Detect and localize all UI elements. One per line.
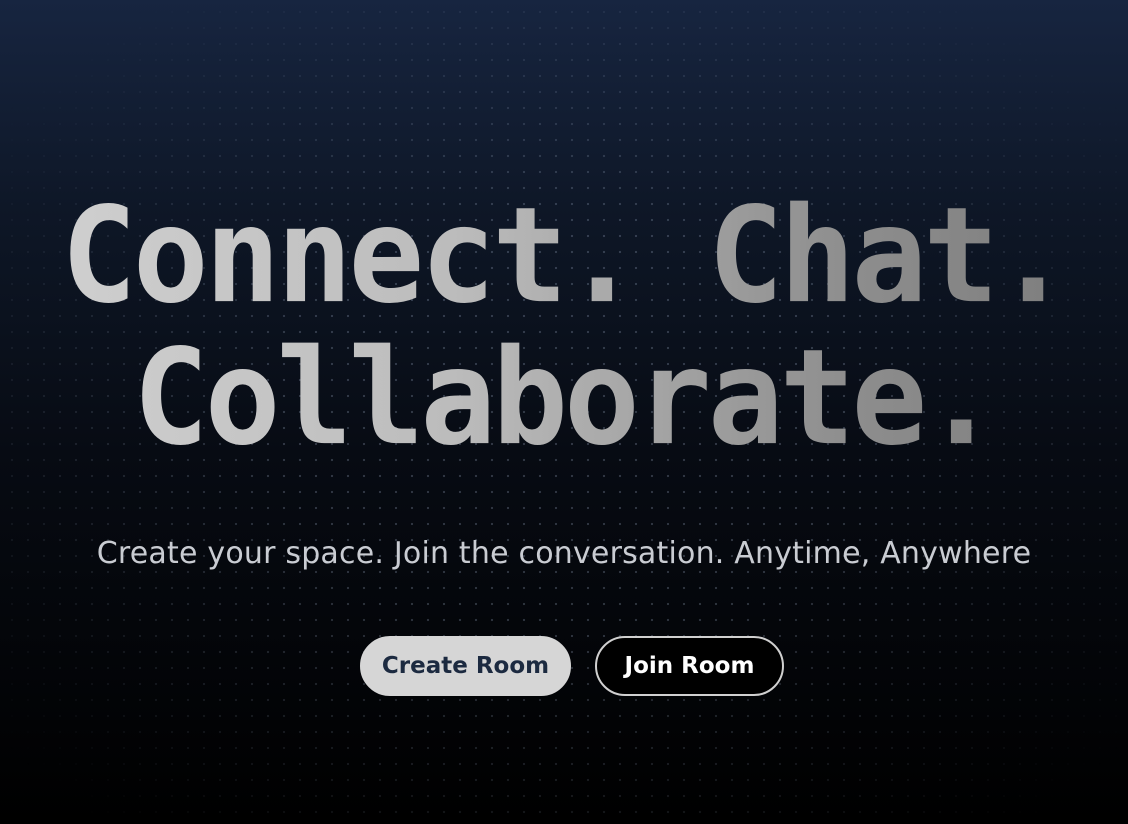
- hero-section: Connect. Chat. Collaborate. Create your …: [0, 0, 1128, 824]
- headline-line-1: Connect. Chat.: [0, 182, 1128, 330]
- create-room-button[interactable]: Create Room: [360, 636, 571, 696]
- join-room-button[interactable]: Join Room: [595, 636, 784, 696]
- headline-line-2: Collaborate.: [0, 324, 1128, 472]
- hero-subtitle: Create your space. Join the conversation…: [96, 536, 1032, 571]
